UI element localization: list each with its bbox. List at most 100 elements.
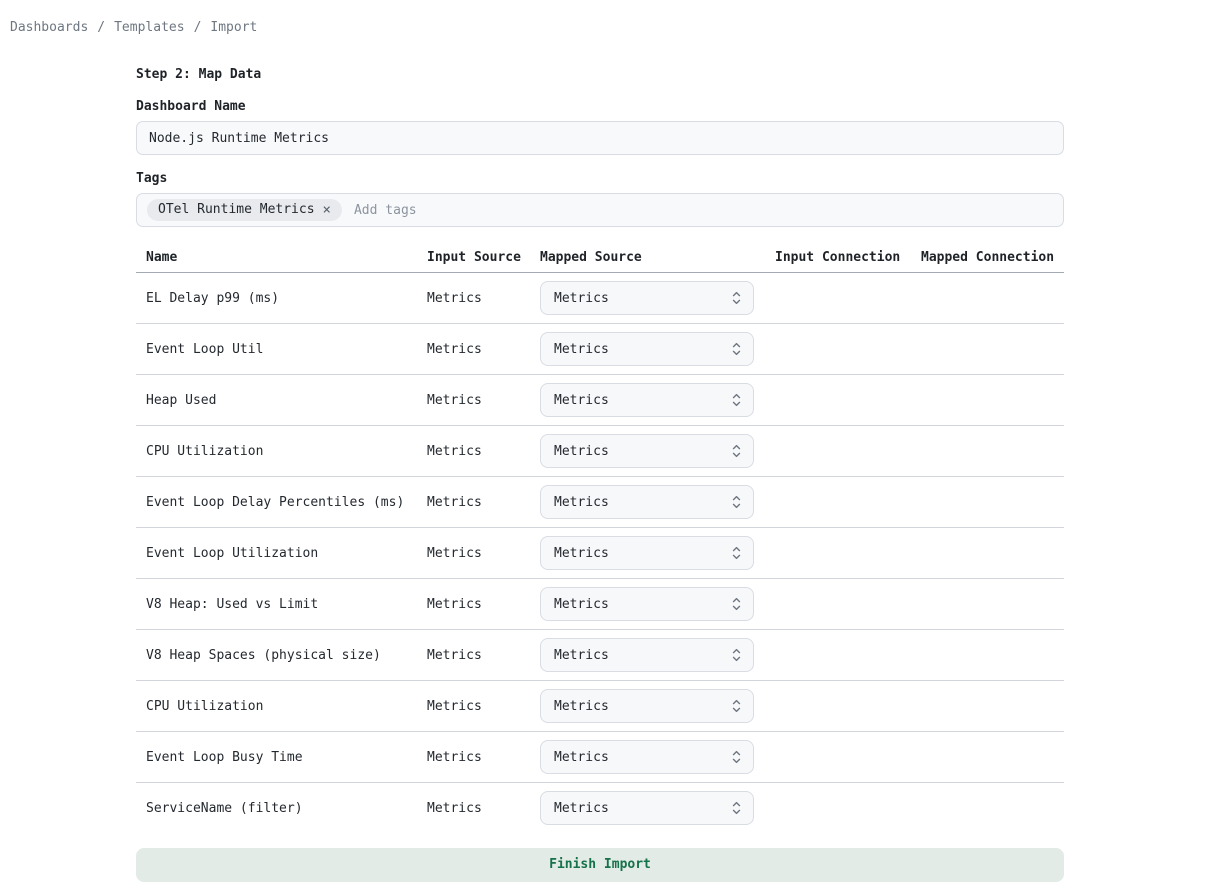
mapped-connection-cell bbox=[921, 273, 1064, 324]
mapped-source-cell: Metrics bbox=[540, 579, 775, 630]
mapped-source-value: Metrics bbox=[554, 801, 609, 816]
breadcrumb-templates[interactable]: Templates bbox=[114, 20, 184, 35]
mapped-source-select[interactable]: Metrics bbox=[540, 383, 754, 417]
mapped-source-select[interactable]: Metrics bbox=[540, 485, 754, 519]
mapped-source-cell: Metrics bbox=[540, 375, 775, 426]
mapped-connection-cell bbox=[921, 630, 1064, 681]
select-updown-chevron-icon bbox=[732, 393, 741, 407]
mapped-source-select[interactable]: Metrics bbox=[540, 332, 754, 366]
mapping-table: Name Input Source Mapped Source Input Co… bbox=[136, 250, 1064, 834]
mapped-source-value: Metrics bbox=[554, 648, 609, 663]
input-source-cell: Metrics bbox=[427, 426, 540, 477]
metric-name-cell: Event Loop Delay Percentiles (ms) bbox=[136, 477, 427, 528]
mapped-connection-cell bbox=[921, 528, 1064, 579]
breadcrumb-separator: / bbox=[194, 20, 202, 35]
mapped-connection-cell bbox=[921, 477, 1064, 528]
select-updown-chevron-icon bbox=[732, 648, 741, 662]
table-row: CPU Utilization Metrics Metrics bbox=[136, 681, 1064, 732]
select-updown-chevron-icon bbox=[732, 699, 741, 713]
mapped-connection-cell bbox=[921, 681, 1064, 732]
input-source-cell: Metrics bbox=[427, 477, 540, 528]
table-row: CPU Utilization Metrics Metrics bbox=[136, 426, 1064, 477]
column-header-name: Name bbox=[136, 250, 427, 273]
column-header-mapped-connection: Mapped Connection bbox=[921, 250, 1064, 273]
mapped-source-cell: Metrics bbox=[540, 528, 775, 579]
mapped-source-select[interactable]: Metrics bbox=[540, 281, 754, 315]
column-header-input-source: Input Source bbox=[427, 250, 540, 273]
mapped-source-value: Metrics bbox=[554, 444, 609, 459]
input-source-cell: Metrics bbox=[427, 528, 540, 579]
breadcrumb-separator: / bbox=[97, 20, 105, 35]
metric-name-cell: CPU Utilization bbox=[136, 681, 427, 732]
mapped-source-value: Metrics bbox=[554, 699, 609, 714]
dashboard-name-input[interactable] bbox=[136, 121, 1064, 155]
table-header-row: Name Input Source Mapped Source Input Co… bbox=[136, 250, 1064, 273]
mapped-source-select[interactable]: Metrics bbox=[540, 638, 754, 672]
finish-import-button[interactable]: Finish Import bbox=[136, 848, 1064, 882]
tag-remove-icon[interactable]: × bbox=[323, 203, 331, 217]
input-connection-cell bbox=[775, 375, 921, 426]
mapped-source-select[interactable]: Metrics bbox=[540, 536, 754, 570]
input-connection-cell bbox=[775, 324, 921, 375]
tags-input-container[interactable]: OTel Runtime Metrics × bbox=[136, 193, 1064, 227]
metric-name-cell: Event Loop Util bbox=[136, 324, 427, 375]
mapped-source-cell: Metrics bbox=[540, 732, 775, 783]
import-form: Step 2: Map Data Dashboard Name Tags OTe… bbox=[136, 67, 1064, 892]
tags-label: Tags bbox=[136, 171, 1064, 186]
input-source-cell: Metrics bbox=[427, 273, 540, 324]
mapped-source-cell: Metrics bbox=[540, 426, 775, 477]
select-updown-chevron-icon bbox=[732, 546, 741, 560]
metric-name-cell: Event Loop Utilization bbox=[136, 528, 427, 579]
mapped-source-select[interactable]: Metrics bbox=[540, 434, 754, 468]
step-heading: Step 2: Map Data bbox=[136, 67, 1064, 82]
mapped-source-select[interactable]: Metrics bbox=[540, 740, 754, 774]
table-row: V8 Heap: Used vs Limit Metrics Metrics bbox=[136, 579, 1064, 630]
metric-name-cell: V8 Heap Spaces (physical size) bbox=[136, 630, 427, 681]
select-updown-chevron-icon bbox=[732, 495, 741, 509]
mapped-connection-cell bbox=[921, 783, 1064, 834]
input-connection-cell bbox=[775, 273, 921, 324]
metric-name-cell: Event Loop Busy Time bbox=[136, 732, 427, 783]
mapped-source-select[interactable]: Metrics bbox=[540, 689, 754, 723]
input-connection-cell bbox=[775, 783, 921, 834]
mapped-source-cell: Metrics bbox=[540, 630, 775, 681]
mapped-source-value: Metrics bbox=[554, 393, 609, 408]
column-header-mapped-source: Mapped Source bbox=[540, 250, 775, 273]
table-row: ServiceName (filter) Metrics Metrics bbox=[136, 783, 1064, 834]
mapped-source-cell: Metrics bbox=[540, 783, 775, 834]
metric-name-cell: Heap Used bbox=[136, 375, 427, 426]
metric-name-cell: EL Delay p99 (ms) bbox=[136, 273, 427, 324]
input-source-cell: Metrics bbox=[427, 324, 540, 375]
mapped-source-value: Metrics bbox=[554, 342, 609, 357]
import-page: Dashboards / Templates / Import Step 2: … bbox=[0, 0, 1210, 892]
input-connection-cell bbox=[775, 579, 921, 630]
input-source-cell: Metrics bbox=[427, 681, 540, 732]
mapped-connection-cell bbox=[921, 732, 1064, 783]
add-tags-input[interactable] bbox=[352, 202, 1053, 219]
mapped-source-value: Metrics bbox=[554, 495, 609, 510]
input-source-cell: Metrics bbox=[427, 630, 540, 681]
mapped-source-select[interactable]: Metrics bbox=[540, 791, 754, 825]
breadcrumb: Dashboards / Templates / Import bbox=[0, 0, 1210, 35]
table-row: V8 Heap Spaces (physical size) Metrics M… bbox=[136, 630, 1064, 681]
table-row: Event Loop Utilization Metrics Metrics bbox=[136, 528, 1064, 579]
mapped-source-cell: Metrics bbox=[540, 273, 775, 324]
mapped-source-cell: Metrics bbox=[540, 477, 775, 528]
metric-name-cell: CPU Utilization bbox=[136, 426, 427, 477]
mapped-source-value: Metrics bbox=[554, 291, 609, 306]
table-row: Event Loop Busy Time Metrics Metrics bbox=[136, 732, 1064, 783]
input-source-cell: Metrics bbox=[427, 375, 540, 426]
mapped-source-value: Metrics bbox=[554, 546, 609, 561]
dashboard-name-label: Dashboard Name bbox=[136, 99, 1064, 114]
breadcrumb-import: Import bbox=[210, 20, 257, 35]
select-updown-chevron-icon bbox=[732, 597, 741, 611]
select-updown-chevron-icon bbox=[732, 444, 741, 458]
table-row: Event Loop Delay Percentiles (ms) Metric… bbox=[136, 477, 1064, 528]
table-row: EL Delay p99 (ms) Metrics Metrics bbox=[136, 273, 1064, 324]
mapped-source-value: Metrics bbox=[554, 597, 609, 612]
mapped-connection-cell bbox=[921, 579, 1064, 630]
breadcrumb-dashboards[interactable]: Dashboards bbox=[10, 20, 88, 35]
input-connection-cell bbox=[775, 630, 921, 681]
table-row: Event Loop Util Metrics Metrics bbox=[136, 324, 1064, 375]
mapped-source-select[interactable]: Metrics bbox=[540, 587, 754, 621]
